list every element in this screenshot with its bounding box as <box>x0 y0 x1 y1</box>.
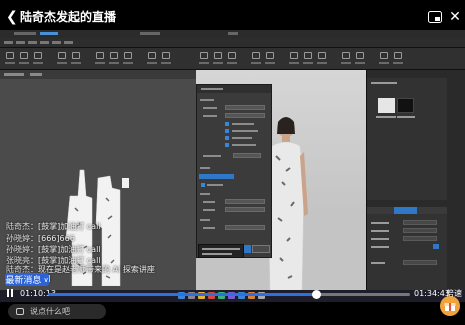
app-menubar <box>0 38 465 48</box>
dialog-close-button[interactable] <box>252 245 270 253</box>
chevron-down-icon: ∨ <box>43 275 49 284</box>
app-toolbar <box>0 48 465 70</box>
progress-fill <box>48 293 317 296</box>
app-titlebar <box>0 30 465 38</box>
close-icon[interactable]: ✕ <box>447 9 463 25</box>
pause-icon[interactable] <box>5 289 15 299</box>
picture-in-picture-icon[interactable] <box>427 9 443 25</box>
fabric-swatch-dark[interactable] <box>397 98 414 113</box>
danmaku-message: 孙晓婷：[666]666 <box>6 234 75 243</box>
pattern-panel-header <box>0 70 196 79</box>
status-log-box <box>198 244 244 258</box>
comment-input[interactable]: 说点什么吧 <box>8 304 106 319</box>
settings-dialog[interactable] <box>196 84 272 258</box>
back-icon[interactable]: ❮ <box>6 9 18 25</box>
danmaku-message: 孙晓婷：[鼓掌]加油打 call <box>6 245 101 254</box>
progress-bar[interactable] <box>48 290 410 299</box>
gift-icon[interactable] <box>440 296 460 316</box>
page-title: 陆奇杰发起的直播 <box>20 10 117 24</box>
latest-news-badge[interactable]: 最新消息 ∨ <box>5 273 49 286</box>
property-panel[interactable] <box>366 70 448 302</box>
comment-icon <box>16 308 24 315</box>
property-tab-active[interactable] <box>394 207 417 214</box>
property-panel-header <box>367 70 448 78</box>
app-side-strip <box>447 70 465 302</box>
danmaku-message: 陆奇杰：[鼓掌]加油打 call <box>6 222 101 231</box>
dialog-titlebar <box>197 85 271 93</box>
fabric-swatch-light[interactable] <box>378 98 395 113</box>
desktop-taskbar <box>0 290 465 302</box>
dialog-selected-option[interactable] <box>199 174 234 179</box>
